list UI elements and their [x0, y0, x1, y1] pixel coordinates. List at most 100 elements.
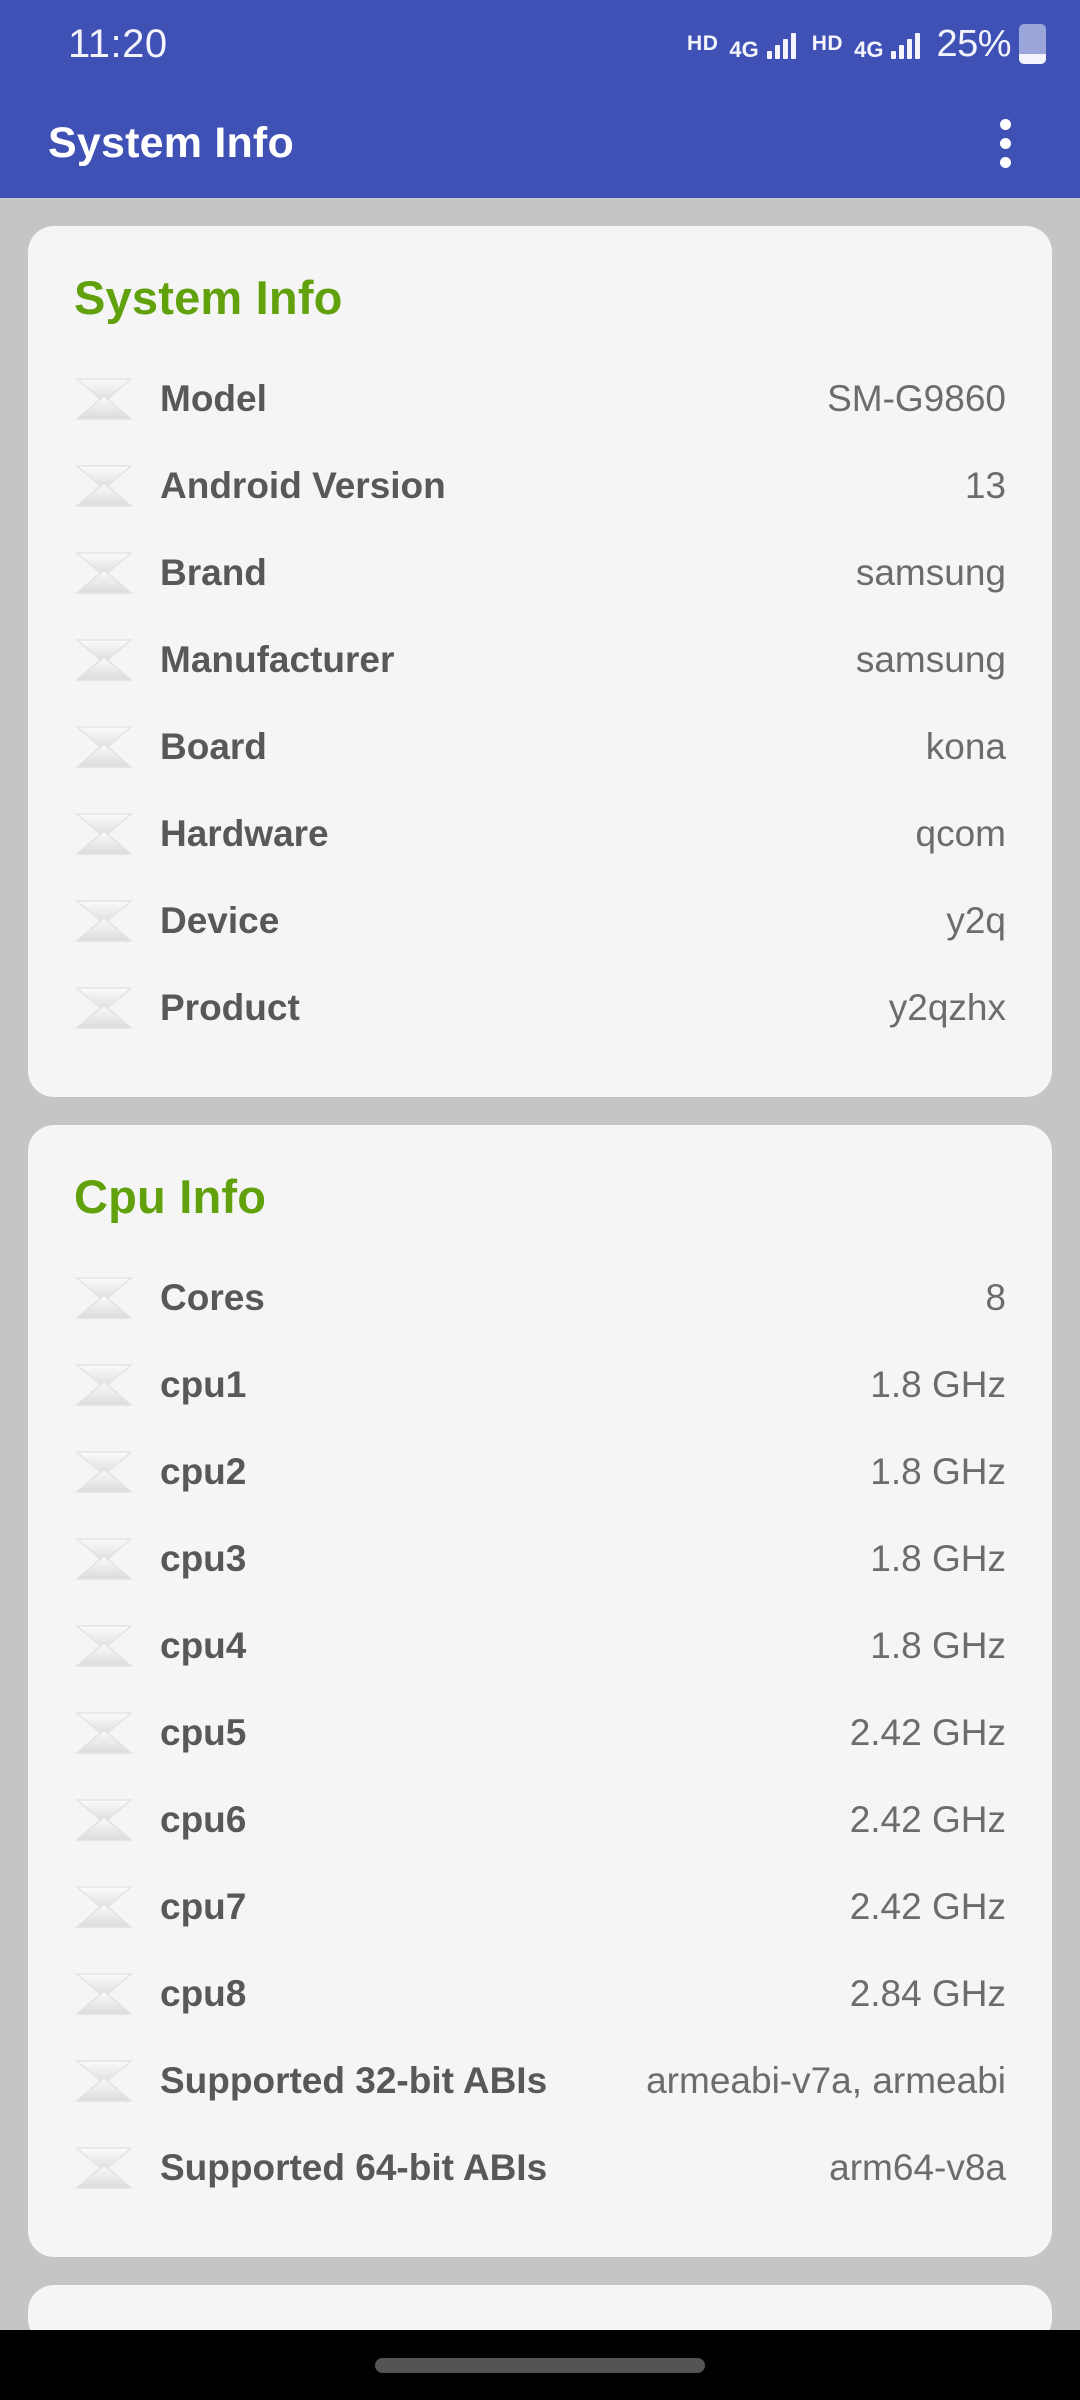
info-row-label: Cores	[160, 1276, 265, 1318]
info-row-value: 8	[985, 1276, 1006, 1318]
info-row-label: cpu7	[160, 1885, 247, 1927]
placeholder-image-icon	[74, 899, 134, 942]
info-row-label: Brand	[160, 551, 267, 593]
placeholder-image-icon	[74, 2057, 134, 2105]
placeholder-image-icon	[74, 1450, 134, 1493]
info-row-label: Model	[160, 377, 267, 419]
info-card: Cpu Info Cores 8 cpu1 1.8 GHz cpu2 1.8 GHz cpu3…	[28, 1125, 1052, 2257]
section-title: System Info	[74, 271, 343, 324]
hd-voice-icon-sim2: HD	[811, 32, 844, 55]
placeholder-image-icon	[74, 2059, 134, 2102]
info-row-label: cpu1	[160, 1363, 247, 1405]
placeholder-image-icon	[74, 1537, 134, 1580]
info-row[interactable]: Android Version 13	[74, 442, 1006, 529]
info-row-value: 1.8 GHz	[870, 1363, 1006, 1405]
info-row-label: cpu2	[160, 1450, 247, 1492]
placeholder-image-icon	[74, 1885, 134, 1928]
info-row-label: Product	[160, 986, 300, 1028]
placeholder-image-icon	[74, 1276, 134, 1319]
placeholder-image-icon	[74, 897, 134, 945]
info-card-partial	[28, 2285, 1052, 2330]
placeholder-image-icon	[74, 1535, 134, 1583]
info-row-value: 1.8 GHz	[870, 1450, 1006, 1492]
info-row-label: cpu5	[160, 1711, 247, 1753]
info-row[interactable]: cpu8 2.84 GHz	[74, 1950, 1006, 2037]
placeholder-image-icon	[74, 377, 134, 420]
app-bar: System Info	[0, 88, 1080, 198]
placeholder-image-icon	[74, 462, 134, 510]
placeholder-image-icon	[74, 1883, 134, 1931]
info-row-label: cpu3	[160, 1537, 247, 1579]
placeholder-image-icon	[74, 984, 134, 1032]
placeholder-image-icon	[74, 638, 134, 681]
placeholder-image-icon	[74, 1624, 134, 1667]
info-row[interactable]: Board kona	[74, 703, 1006, 790]
placeholder-image-icon	[74, 986, 134, 1029]
placeholder-image-icon	[74, 1798, 134, 1841]
placeholder-image-icon	[74, 723, 134, 771]
overflow-menu-icon[interactable]	[970, 108, 1040, 178]
placeholder-image-icon	[74, 2144, 134, 2192]
signal-bars-icon-sim2	[891, 29, 921, 59]
status-bar: 11:20 HD 4G HD 4G 25%	[0, 0, 1080, 88]
info-row-label: cpu4	[160, 1624, 247, 1666]
info-row[interactable]: Manufacturer samsung	[74, 616, 1006, 703]
info-list[interactable]: System Info Model SM-G9860 Android Version 1…	[0, 198, 1080, 2330]
info-row-value: qcom	[915, 812, 1006, 854]
info-row[interactable]: Hardware qcom	[74, 790, 1006, 877]
info-row-value: y2q	[946, 899, 1006, 941]
placeholder-image-icon	[74, 1796, 134, 1844]
placeholder-image-icon	[74, 636, 134, 684]
info-row-value: 13	[964, 464, 1006, 506]
info-row-value: 1.8 GHz	[870, 1537, 1006, 1579]
phone-screen: 11:20 HD 4G HD 4G 25% System Info System…	[0, 0, 1080, 2400]
info-row[interactable]: cpu7 2.42 GHz	[74, 1863, 1006, 1950]
placeholder-image-icon	[74, 1709, 134, 1757]
info-row[interactable]: cpu5 2.42 GHz	[74, 1689, 1006, 1776]
info-row[interactable]: Supported 64-bit ABIs arm64-v8a	[74, 2124, 1006, 2211]
status-icons: HD 4G HD 4G 25%	[687, 23, 1046, 66]
placeholder-image-icon	[74, 1274, 134, 1322]
placeholder-image-icon	[74, 1711, 134, 1754]
system-navigation-bar	[0, 2330, 1080, 2400]
placeholder-image-icon	[74, 1448, 134, 1496]
info-row-value: y2qzhx	[888, 986, 1006, 1028]
gesture-home-handle[interactable]	[375, 2357, 705, 2373]
info-row-value: armeabi-v7a, armeabi	[646, 2059, 1006, 2101]
info-row[interactable]: Model SM-G9860	[74, 355, 1006, 442]
info-row[interactable]: cpu4 1.8 GHz	[74, 1602, 1006, 1689]
info-row[interactable]: Brand samsung	[74, 529, 1006, 616]
info-row-label: cpu8	[160, 1972, 247, 2014]
info-row[interactable]: Supported 32-bit ABIs armeabi-v7a, armeab…	[74, 2037, 1006, 2124]
info-row[interactable]: Product y2qzhx	[74, 964, 1006, 1051]
info-card: System Info Model SM-G9860 Android Version 1…	[28, 226, 1052, 1097]
placeholder-image-icon	[74, 1970, 134, 2018]
info-row[interactable]: cpu6 2.42 GHz	[74, 1776, 1006, 1863]
battery-icon	[1019, 24, 1046, 64]
placeholder-image-icon	[74, 375, 134, 423]
info-row[interactable]: cpu1 1.8 GHz	[74, 1341, 1006, 1428]
info-row[interactable]: cpu3 1.8 GHz	[74, 1515, 1006, 1602]
hd-voice-icon-sim1: HD	[687, 32, 719, 55]
info-row-label: Android Version	[160, 464, 446, 506]
info-row[interactable]: Device y2q	[74, 877, 1006, 964]
placeholder-image-icon	[74, 725, 134, 768]
battery-percent-label: 25%	[936, 22, 1011, 65]
placeholder-image-icon	[74, 812, 134, 855]
info-row-value: samsung	[855, 638, 1006, 680]
placeholder-image-icon	[74, 810, 134, 858]
placeholder-image-icon	[74, 1361, 134, 1409]
network-type-icon-sim1: 4G	[729, 36, 759, 62]
placeholder-image-icon	[74, 464, 134, 507]
section-title: Cpu Info	[74, 1170, 267, 1223]
info-row-value: arm64-v8a	[829, 2146, 1006, 2188]
info-row-value: 1.8 GHz	[870, 1624, 1006, 1666]
signal-bars-icon-sim1	[766, 29, 796, 59]
info-row[interactable]: Cores 8	[74, 1254, 1006, 1341]
info-row-value: samsung	[855, 551, 1006, 593]
info-row-label: Manufacturer	[160, 638, 395, 680]
info-row-value: SM-G9860	[827, 377, 1006, 419]
info-row[interactable]: cpu2 1.8 GHz	[74, 1428, 1006, 1515]
info-row-label: Device	[160, 899, 280, 941]
placeholder-image-icon	[74, 1363, 134, 1406]
